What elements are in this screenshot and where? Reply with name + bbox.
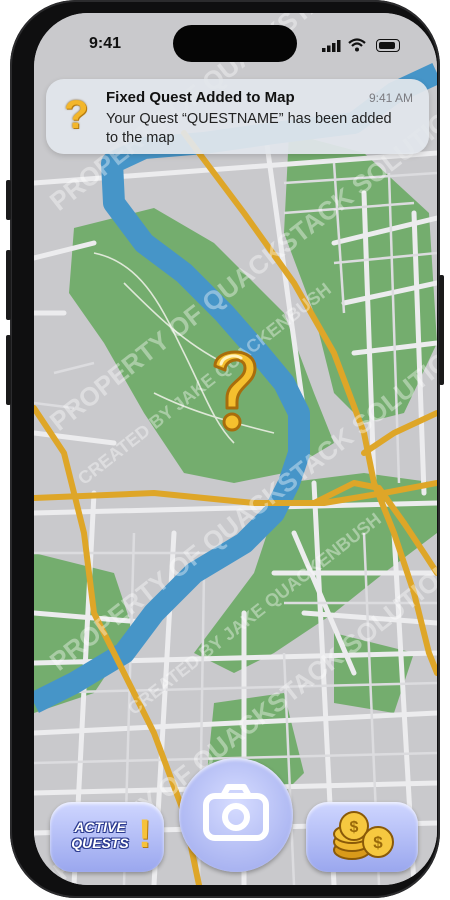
question-mark-icon: ? bbox=[64, 93, 89, 137]
svg-text:$: $ bbox=[373, 833, 383, 852]
exclamation-icon: ! bbox=[138, 812, 152, 856]
notification-banner[interactable]: ? Fixed Quest Added to Map 9:41 AM Your … bbox=[46, 79, 429, 154]
dynamic-island bbox=[173, 25, 297, 62]
status-time: 9:41 bbox=[89, 35, 122, 52]
cellular-signal-icon bbox=[322, 40, 341, 52]
coins-button[interactable]: $ $ bbox=[306, 802, 418, 872]
quest-marker-question-mark-icon[interactable] bbox=[205, 340, 265, 440]
notification-body: Your Quest “QUESTNAME” has been added to… bbox=[106, 111, 392, 146]
camera-button[interactable] bbox=[179, 758, 293, 872]
battery-icon bbox=[376, 39, 400, 52]
volume-down-button bbox=[6, 335, 11, 405]
active-quests-button[interactable]: ACTIVE QUESTS ! bbox=[50, 802, 164, 872]
coins-icon: $ $ bbox=[333, 811, 394, 860]
notification-time: 9:41 AM bbox=[368, 91, 413, 105]
screen: PROPERTY OF QUACKSTACK SOLUTIONS CREATED… bbox=[34, 13, 437, 885]
notification-title: Fixed Quest Added to Map bbox=[106, 89, 295, 106]
side-button bbox=[6, 180, 11, 220]
camera-icon bbox=[203, 784, 269, 841]
svg-text:$: $ bbox=[350, 819, 359, 836]
active-quests-label: ACTIVE QUESTS bbox=[71, 819, 129, 851]
wifi-icon bbox=[348, 38, 366, 52]
phone-frame: PROPERTY OF QUACKSTACK SOLUTIONS CREATED… bbox=[6, 0, 444, 898]
power-button bbox=[439, 275, 444, 385]
volume-up-button bbox=[6, 250, 11, 320]
status-bar: 9:41 bbox=[34, 13, 437, 69]
